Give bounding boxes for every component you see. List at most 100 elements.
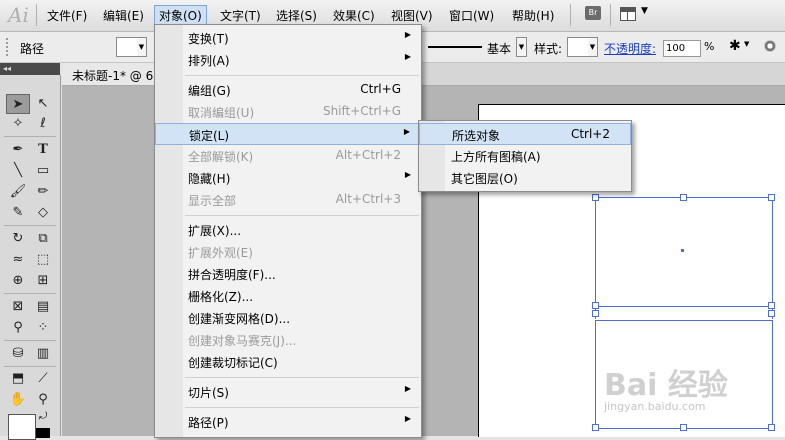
submenu-item-all-artwork-above[interactable]: 上方所有图稿(A) — [419, 145, 631, 167]
selection-handle[interactable] — [680, 194, 687, 201]
menu-help[interactable]: 帮助(H) — [512, 7, 554, 24]
menu-item-create-gradient-mesh[interactable]: 创建渐变网格(D)... — [155, 307, 421, 329]
menu-item-transform[interactable]: 变换(T) ▶ — [155, 27, 421, 49]
menu-item-slice[interactable]: 切片(S) ▶ — [155, 381, 421, 403]
mesh-tool-icon[interactable]: ⊠ — [6, 297, 30, 317]
lock-submenu: 所选对象 Ctrl+2 上方所有图稿(A) 其它图层(O) — [418, 120, 632, 192]
app-logo: Ai — [8, 3, 29, 27]
blend-tool-icon[interactable]: ⁘ — [31, 318, 55, 338]
warp-tool-icon[interactable]: ≈ — [6, 250, 30, 270]
menu-separator — [185, 215, 419, 216]
menu-object[interactable]: 对象(O) — [154, 5, 207, 26]
menu-type[interactable]: 文字(T) — [220, 7, 261, 24]
selection-type-label: 路径 — [20, 42, 45, 56]
selection-handle[interactable] — [592, 424, 599, 431]
perspective-grid-tool-icon[interactable]: ⊞ — [31, 271, 55, 291]
submenu-arrow-icon: ▶ — [403, 127, 410, 136]
tools-collapse-icon[interactable]: ◂◂ — [0, 63, 60, 75]
menu-item-arrange[interactable]: 排列(A) ▶ — [155, 49, 421, 71]
isolate-dropdown-icon[interactable]: ▼ — [744, 40, 749, 48]
selection-handle[interactable] — [592, 194, 599, 201]
pencil-tool-icon[interactable]: ✏ — [31, 182, 55, 202]
direct-selection-tool-icon[interactable]: ↖ — [31, 94, 55, 114]
blob-brush-tool-icon[interactable]: ✎ — [6, 203, 30, 223]
selection-handle[interactable] — [768, 424, 775, 431]
selection-handle[interactable] — [680, 424, 687, 431]
submenu-arrow-icon: ▶ — [404, 414, 411, 423]
tools-divider — [4, 225, 56, 226]
zoom-tool-icon[interactable]: ⚲ — [31, 390, 55, 410]
style-dropdown-icon[interactable]: ▼ — [588, 37, 598, 57]
gradient-tool-icon[interactable]: ▤ — [31, 297, 55, 317]
opacity-link[interactable]: 不透明度: — [604, 40, 656, 57]
panel-menu-icon[interactable] — [764, 40, 776, 52]
tools-divider — [4, 340, 56, 341]
scale-tool-icon[interactable]: ⧉ — [31, 229, 55, 249]
menu-item-unlock-all: 全部解锁(K) Alt+Ctrl+2 — [188, 148, 401, 164]
pen-tool-icon[interactable]: ✒ — [6, 140, 30, 160]
menu-divider — [610, 4, 611, 26]
menu-item-ungroup: 取消编组(U) Shift+Ctrl+G — [188, 104, 401, 120]
fill-swatch[interactable] — [116, 37, 138, 57]
selection-handle[interactable] — [768, 302, 775, 309]
menu-file[interactable]: 文件(F) — [47, 7, 87, 24]
menu-effect[interactable]: 效果(C) — [333, 7, 375, 24]
eraser-tool-icon[interactable]: ◇ — [31, 203, 55, 223]
selection-handle[interactable] — [592, 310, 599, 317]
menu-item-expand[interactable]: 扩展(X)... — [155, 219, 421, 241]
magic-wand-tool-icon[interactable]: ✧ — [6, 114, 30, 134]
menu-select[interactable]: 选择(S) — [276, 7, 317, 24]
selected-rectangle-top[interactable] — [595, 197, 773, 307]
menu-item-group[interactable]: 编组(G) Ctrl+G — [155, 79, 421, 101]
column-graph-tool-icon[interactable]: ▥ — [31, 344, 55, 364]
menu-item-hide[interactable]: 隐藏(H) ▶ — [155, 167, 421, 189]
rectangle-tool-icon[interactable]: ▭ — [31, 161, 55, 181]
rotate-tool-icon[interactable]: ↻ — [6, 229, 30, 249]
shape-builder-tool-icon[interactable]: ⊕ — [6, 271, 30, 291]
menu-item-path[interactable]: 路径(P) ▶ — [155, 411, 421, 433]
menu-item-rasterize[interactable]: 栅格化(Z)... — [155, 285, 421, 307]
menu-item-expand-appearance: 扩展外观(E) — [188, 246, 253, 260]
selection-handle[interactable] — [768, 310, 775, 317]
swap-colors-icon[interactable]: ⤾ — [39, 411, 47, 422]
document-tab[interactable]: 未标题-1* @ 6 — [62, 63, 163, 85]
style-swatch[interactable] — [567, 37, 589, 57]
symbol-sprayer-tool-icon[interactable]: ⛁ — [6, 344, 30, 364]
menu-item-create-trim-marks[interactable]: 创建裁切标记(C) — [155, 351, 421, 373]
stroke-color-icon[interactable] — [36, 428, 50, 438]
type-tool-icon[interactable]: T — [31, 140, 55, 160]
menu-divider — [570, 4, 571, 26]
selection-tool-icon[interactable]: ➤ — [6, 94, 30, 114]
free-transform-tool-icon[interactable]: ⬚ — [31, 250, 55, 270]
selection-handle[interactable] — [592, 302, 599, 309]
isolate-icon[interactable]: ✱ — [729, 38, 741, 54]
submenu-item-selection[interactable]: 所选对象 Ctrl+2 — [419, 123, 631, 145]
center-point — [681, 249, 684, 252]
artboard-tool-icon[interactable]: ⬒ — [6, 369, 30, 389]
menu-item-flatten-transparency[interactable]: 拼合透明度(F)... — [155, 263, 421, 285]
document-tab-title: 未标题-1* @ 6 — [72, 69, 154, 83]
eyedropper-tool-icon[interactable]: ⚲ — [6, 318, 30, 338]
menu-window[interactable]: 窗口(W) — [449, 7, 494, 24]
submenu-item-other-layers[interactable]: 其它图层(O) — [419, 167, 631, 189]
menu-item-lock[interactable]: 锁定(L) ▶ — [155, 123, 421, 145]
fill-dropdown-icon[interactable]: ▼ — [137, 37, 147, 57]
stroke-profile-dropdown-icon[interactable]: ▼ — [516, 37, 527, 57]
menu-view[interactable]: 视图(V) — [391, 7, 433, 24]
workspace-icon[interactable] — [620, 7, 636, 21]
opacity-input[interactable]: 100 — [663, 40, 701, 57]
line-tool-icon[interactable]: ╲ — [6, 161, 30, 181]
menu-edit[interactable]: 编辑(E) — [103, 7, 144, 24]
bridge-button[interactable]: Br — [585, 6, 601, 20]
watermark: Bai 经验 — [604, 368, 728, 403]
menu-separator — [185, 75, 419, 76]
hand-tool-icon[interactable]: ✋ — [6, 390, 30, 410]
fill-color-icon[interactable] — [8, 414, 36, 440]
selection-handle[interactable] — [768, 194, 775, 201]
slice-tool-icon[interactable]: ⟋ — [31, 369, 55, 389]
tools-divider — [4, 366, 56, 367]
paintbrush-tool-icon[interactable]: 🖌 — [6, 182, 30, 202]
submenu-arrow-icon: ▶ — [404, 52, 411, 61]
lasso-tool-icon[interactable]: ℓ — [31, 114, 55, 134]
workspace-dropdown-icon[interactable]: ▼ — [641, 6, 648, 16]
